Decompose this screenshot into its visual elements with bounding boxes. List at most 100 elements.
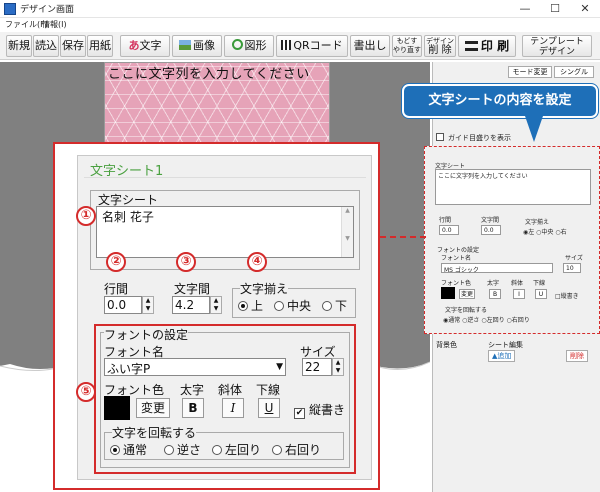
template-design-button[interactable]: テンプレート デザイン	[522, 35, 592, 57]
marker-3: ③	[176, 252, 196, 272]
char-spacing-input[interactable]: 4.2	[172, 296, 210, 314]
close-icon[interactable]: ✕	[570, 0, 600, 18]
minimize-icon[interactable]: —	[510, 0, 540, 18]
mini-rotate-options[interactable]: ◉通常 ○逆さ ○左回り ○右回り	[443, 315, 530, 324]
text-scrollbar[interactable]: ▲ ▼	[341, 207, 353, 257]
title-bar: デザイン画面 — ☐ ✕	[0, 0, 600, 18]
mini-color-label: フォント色	[441, 280, 472, 287]
toolbar: 新規 読込 保存 用紙 あ文字 画像 図形 QRコード 書出し もどす やり直す …	[0, 32, 600, 60]
rotate-reverse-radio[interactable]: 逆さ	[164, 441, 201, 458]
chevron-down-icon: ▼	[276, 362, 283, 372]
app-icon	[4, 3, 16, 15]
paper-button[interactable]: 用紙	[87, 35, 113, 57]
size-spinner[interactable]: ▲ ▼	[332, 358, 344, 376]
mini-rotate-label: 文字を回転する	[445, 307, 488, 314]
canvas-text[interactable]: ここに文字列を入力してください	[108, 63, 310, 82]
checkbox-box[interactable]	[436, 133, 444, 141]
underline-button[interactable]: U	[258, 398, 280, 418]
marker-4: ④	[247, 252, 267, 272]
connector-line	[380, 236, 426, 238]
shape-button[interactable]: 図形	[224, 35, 274, 57]
rotate-right-radio[interactable]: 右回り	[272, 441, 321, 458]
align-top-radio[interactable]: 上	[238, 297, 263, 314]
check-icon[interactable]: ✔	[294, 408, 305, 419]
font-group-label: フォントの設定	[104, 326, 189, 343]
open-button[interactable]: 読込	[33, 35, 59, 57]
text-icon: あ	[128, 39, 140, 52]
guide-checkbox[interactable]: ガイド目盛りを表示	[436, 133, 511, 143]
align-bottom-radio[interactable]: 下	[322, 297, 347, 314]
export-button[interactable]: 書出し	[350, 35, 390, 57]
font-color-swatch[interactable]	[104, 396, 130, 420]
mini-vertical-check[interactable]: □縦書き	[555, 291, 579, 300]
add-sheet-button[interactable]: ▲追加	[488, 350, 516, 362]
mini-size-label: サイズ	[565, 255, 583, 262]
printer-icon	[464, 41, 478, 51]
align-center-radio[interactable]: 中央	[274, 297, 311, 314]
change-color-button[interactable]: 変更	[136, 398, 170, 418]
mini-color-swatch[interactable]	[441, 287, 455, 299]
mini-char-spacing-label: 文字間	[481, 217, 500, 224]
maximize-icon[interactable]: ☐	[540, 0, 570, 18]
rotate-label: 文字を回転する	[112, 424, 197, 441]
mini-underline-button[interactable]: U	[535, 289, 547, 299]
delete-sheet-button[interactable]: 削除	[566, 350, 588, 362]
mini-font-name-label: フォント名	[441, 255, 472, 262]
mini-font-select[interactable]: MS ゴシック	[441, 263, 553, 274]
mini-change-button[interactable]: 変更	[459, 289, 475, 299]
vertical-writing-checkbox[interactable]: ✔ 縦書き	[294, 401, 345, 419]
text-sheet-panel-mini: 文字シート ここに文字列を入力してください 行間 0.0 文字間 0.0 文字揃…	[424, 146, 600, 334]
new-button[interactable]: 新規	[6, 35, 32, 57]
marker-1: ①	[76, 206, 96, 226]
char-spacing-spinner[interactable]: ▲ ▼	[210, 296, 222, 314]
char-spacing-label: 文字間	[174, 282, 211, 296]
marker-5: ⑤	[76, 382, 96, 402]
undo-button[interactable]: もどす やり直す	[392, 35, 422, 57]
image-button[interactable]: 画像	[172, 35, 222, 57]
bold-button[interactable]: B	[182, 398, 204, 418]
delete-design-button[interactable]: デザイン削 除	[424, 35, 456, 57]
line-spacing-label: 行間	[104, 282, 129, 296]
line-spacing-spinner[interactable]: ▲ ▼	[142, 296, 154, 314]
circle-icon	[231, 39, 243, 50]
mini-align-label: 文字揃え	[525, 219, 550, 226]
mini-underline-label: 下線	[533, 280, 546, 287]
italic-label: 斜体	[218, 383, 243, 397]
rotate-normal-radio[interactable]: 通常	[110, 441, 147, 458]
size-input[interactable]: 22	[302, 358, 332, 376]
callout-tail	[525, 116, 543, 142]
mini-bold-label: 太字	[487, 280, 500, 287]
mini-text-value: ここに文字列を入力してください	[438, 173, 528, 180]
text-button[interactable]: あ文字	[120, 35, 170, 57]
image-icon	[179, 40, 191, 50]
bold-label: 太字	[180, 383, 205, 397]
marker-2: ②	[106, 252, 126, 272]
italic-button[interactable]: I	[222, 398, 244, 418]
mini-align-options[interactable]: ◉左 ○中央 ○右	[523, 227, 567, 236]
mini-size-input[interactable]: 10	[563, 263, 581, 273]
dialog-title: 文字シート1	[90, 164, 164, 179]
window-title: デザイン画面	[20, 5, 75, 15]
menu-bar: ファイル(F) 情報(I)	[0, 18, 600, 32]
print-button[interactable]: 印 刷	[458, 35, 516, 57]
mini-italic-button[interactable]: I	[513, 289, 525, 299]
callout-bubble: 文字シートの内容を設定	[402, 84, 598, 118]
rotate-left-radio[interactable]: 左回り	[212, 441, 261, 458]
single-tab[interactable]: シングル	[554, 66, 594, 78]
mini-char-spacing-input[interactable]: 0.0	[481, 225, 501, 235]
save-button[interactable]: 保存	[60, 35, 86, 57]
mini-line-spacing-label: 行間	[439, 217, 452, 224]
line-spacing-input[interactable]: 0.0	[104, 296, 142, 314]
font-select[interactable]: ふい字P ▼	[104, 358, 286, 376]
align-label: 文字揃え	[240, 280, 289, 297]
mini-italic-label: 斜体	[511, 280, 524, 287]
mini-line-spacing-input[interactable]: 0.0	[439, 225, 459, 235]
bg-color-label: 背景色	[436, 341, 457, 349]
text-value: 名刺 花子	[102, 210, 154, 224]
qr-icon	[281, 40, 292, 50]
underline-label: 下線	[256, 383, 281, 397]
menu-info[interactable]: 情報(I)	[42, 19, 67, 30]
mini-bold-button[interactable]: B	[489, 289, 501, 299]
mode-change-tab[interactable]: モード変更	[508, 66, 552, 78]
qr-button[interactable]: QRコード	[276, 35, 348, 57]
